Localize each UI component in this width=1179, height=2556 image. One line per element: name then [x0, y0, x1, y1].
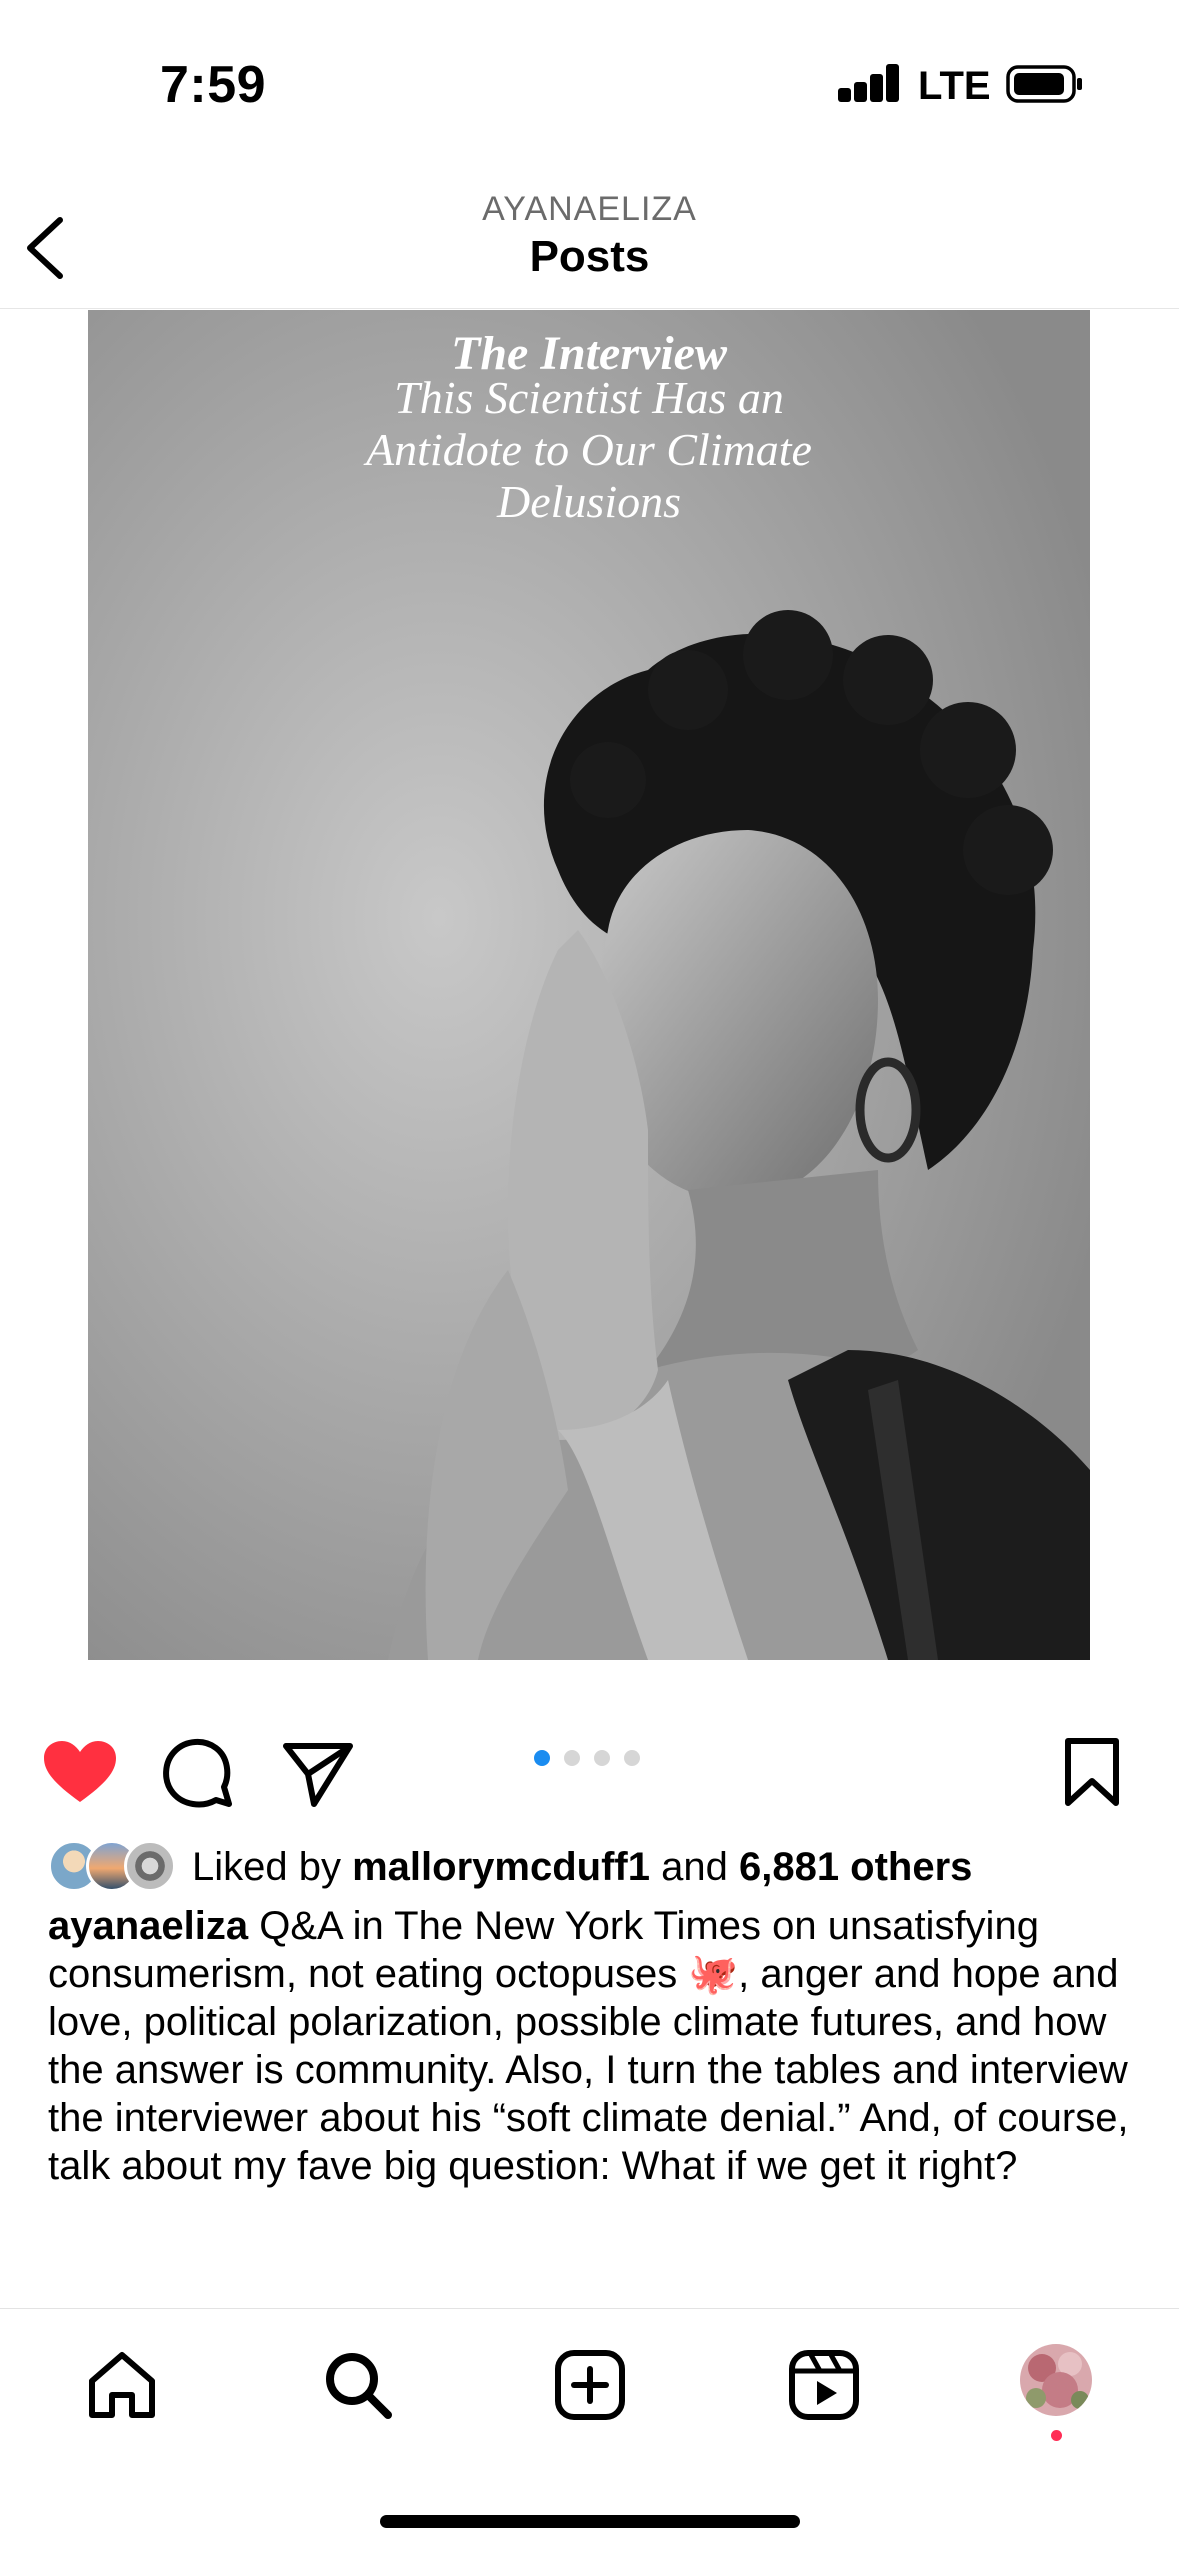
likes-connector: and [661, 1845, 728, 1889]
comment-button[interactable] [160, 1735, 236, 1811]
signal-icon [838, 62, 900, 102]
nav-profile-avatar[interactable] [1020, 2344, 1092, 2416]
home-icon [89, 2352, 155, 2418]
status-time: 7:59 [160, 56, 267, 114]
nav-reels[interactable] [784, 2345, 864, 2425]
bookmark-icon [1065, 1738, 1119, 1806]
like-button[interactable] [40, 1738, 120, 1808]
carousel-dot [624, 1750, 640, 1766]
heart-icon [44, 1741, 116, 1802]
post-image[interactable]: The Interview This Scientist Has an Anti… [88, 310, 1090, 1660]
carousel-indicator [534, 1750, 654, 1770]
home-indicator[interactable] [380, 2515, 800, 2528]
carousel-dot [534, 1750, 550, 1766]
nav-divider [0, 2308, 1179, 2309]
battery-icon [1006, 64, 1086, 104]
network-type: LTE [918, 64, 991, 108]
nav-search[interactable] [318, 2345, 398, 2425]
carousel-dot [564, 1750, 580, 1766]
search-icon [326, 2353, 392, 2419]
notification-dot [1051, 2430, 1062, 2441]
save-button[interactable] [1062, 1735, 1122, 1811]
likes-count[interactable]: 6,881 others [739, 1845, 972, 1889]
caption-username[interactable]: ayanaeliza [48, 1904, 248, 1948]
post-caption: ayanaeliza Q&A in The New York Times on … [48, 1902, 1138, 2190]
paper-plane-icon [283, 1743, 353, 1807]
header-username: AYANAELIZA [482, 190, 697, 228]
overlay-headline: This Scientist Has an Antidote to Our Cl… [366, 372, 812, 527]
carousel-dot [594, 1750, 610, 1766]
nav-create[interactable] [550, 2345, 630, 2425]
nav-home[interactable] [82, 2345, 162, 2425]
likes-prefix: Liked by [192, 1845, 341, 1889]
comment-icon [163, 1739, 232, 1808]
create-icon [555, 2350, 625, 2420]
share-button[interactable] [280, 1738, 356, 1808]
page-title: Posts [529, 232, 650, 281]
likes-summary[interactable]: Liked by mallorymcduff1 and 6,881 others [192, 1845, 972, 1890]
profile-avatar-image [1020, 2344, 1092, 2416]
liker-username[interactable]: mallorymcduff1 [352, 1845, 650, 1889]
header-divider [0, 308, 1179, 309]
liker-avatar[interactable] [124, 1840, 176, 1892]
reels-icon [789, 2350, 859, 2420]
